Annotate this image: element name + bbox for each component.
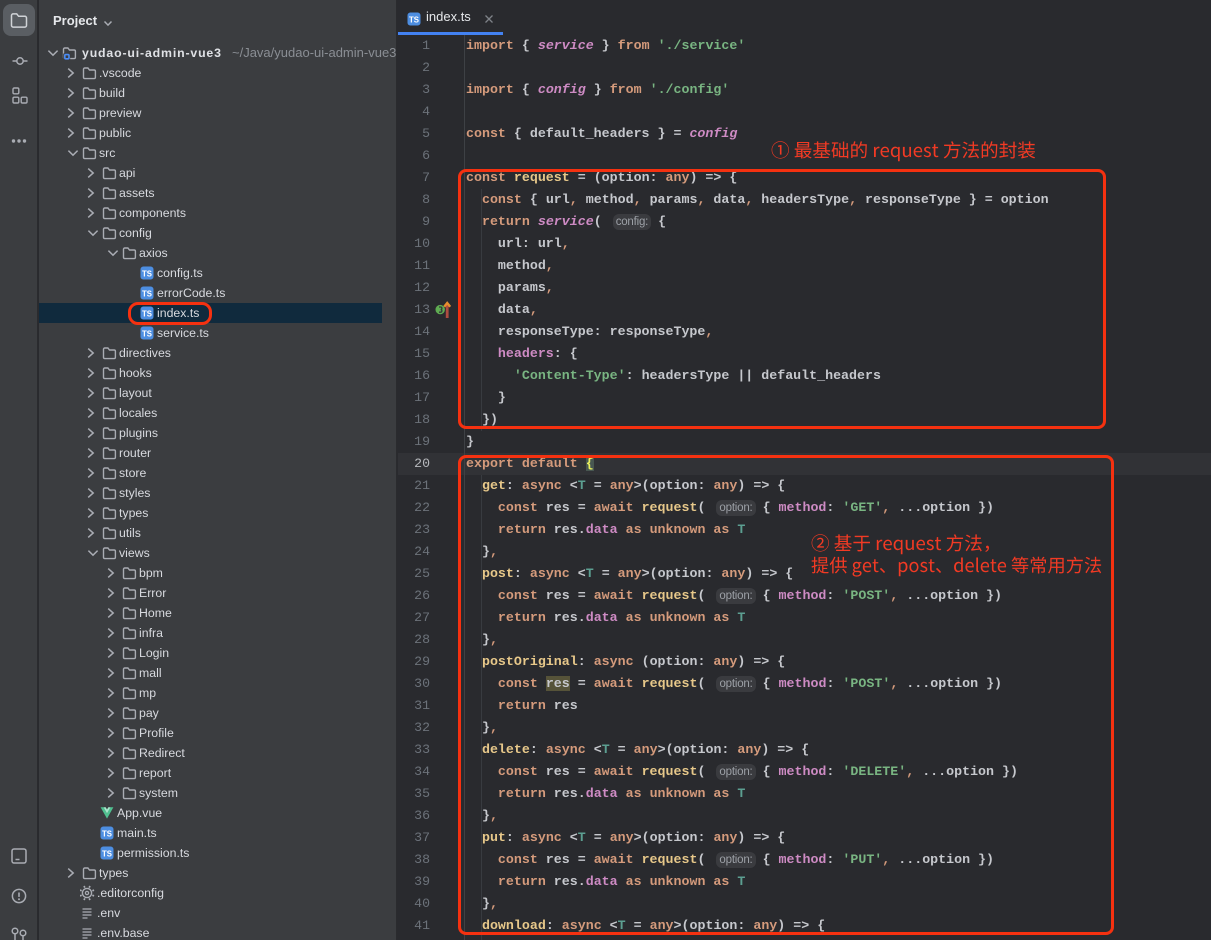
svg-text:TS: TS — [409, 15, 419, 24]
svg-text:TS: TS — [102, 829, 112, 838]
svg-text:TS: TS — [102, 849, 112, 858]
svg-text:TS: TS — [142, 329, 152, 338]
svg-text:TS: TS — [142, 289, 152, 298]
svg-text:TS: TS — [142, 269, 152, 278]
